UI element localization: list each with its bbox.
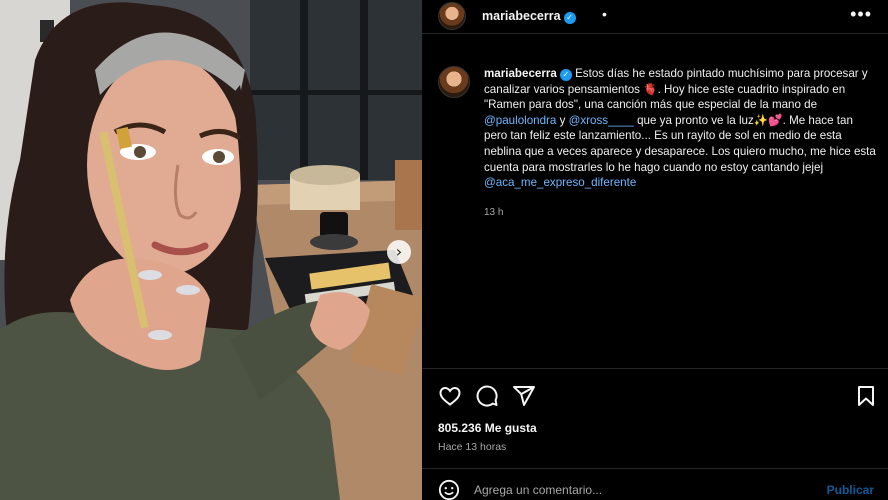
emoji-icon [438,479,460,500]
heart-icon [439,386,461,406]
save-button[interactable] [854,384,878,408]
emoji-button[interactable] [438,479,460,500]
photo-illustration [0,0,422,500]
publish-button[interactable]: Publicar [827,483,874,497]
post-side-panel: mariabecerra ✓ • ••• mariabecerra ✓ Estos … [422,0,888,500]
comment-icon [476,385,498,407]
mention-link[interactable]: @paulolondra [484,114,556,127]
like-button[interactable] [438,384,462,408]
share-button[interactable] [512,384,536,408]
post-photo[interactable]: › [0,0,422,500]
header-dot: • [602,6,607,22]
mention-link[interactable]: @aca_me_expreso_diferente [484,176,636,189]
post-timestamp[interactable]: Hace 13 horas [438,441,506,453]
comment-bar: Publicar [422,468,888,500]
share-icon [513,386,535,406]
likes-count[interactable]: 805.236 Me gusta [438,421,537,435]
post-author[interactable]: mariabecerra ✓ [482,9,576,24]
caption-text: mariabecerra ✓ Estos días he estado pinta… [484,66,876,191]
verified-icon: ✓ [563,12,576,24]
action-bar [422,368,888,422]
caption-avatar[interactable] [438,66,470,98]
comment-button[interactable] [475,384,499,408]
more-options-button[interactable]: ••• [850,4,872,25]
avatar[interactable] [438,2,466,30]
comment-input[interactable] [474,480,774,500]
caption-part-2: y [556,113,569,127]
mention-link[interactable]: @xross____ [569,114,634,127]
post-header: mariabecerra ✓ • ••• [422,0,888,34]
caption-username[interactable]: mariabecerra [484,67,557,80]
post-author-username[interactable]: mariabecerra [482,9,561,23]
next-photo-button[interactable]: › [387,240,411,264]
bookmark-icon [858,386,874,406]
caption-timestamp[interactable]: 13 h [484,207,503,218]
verified-icon: ✓ [559,69,572,81]
more-icon: ••• [850,4,872,24]
